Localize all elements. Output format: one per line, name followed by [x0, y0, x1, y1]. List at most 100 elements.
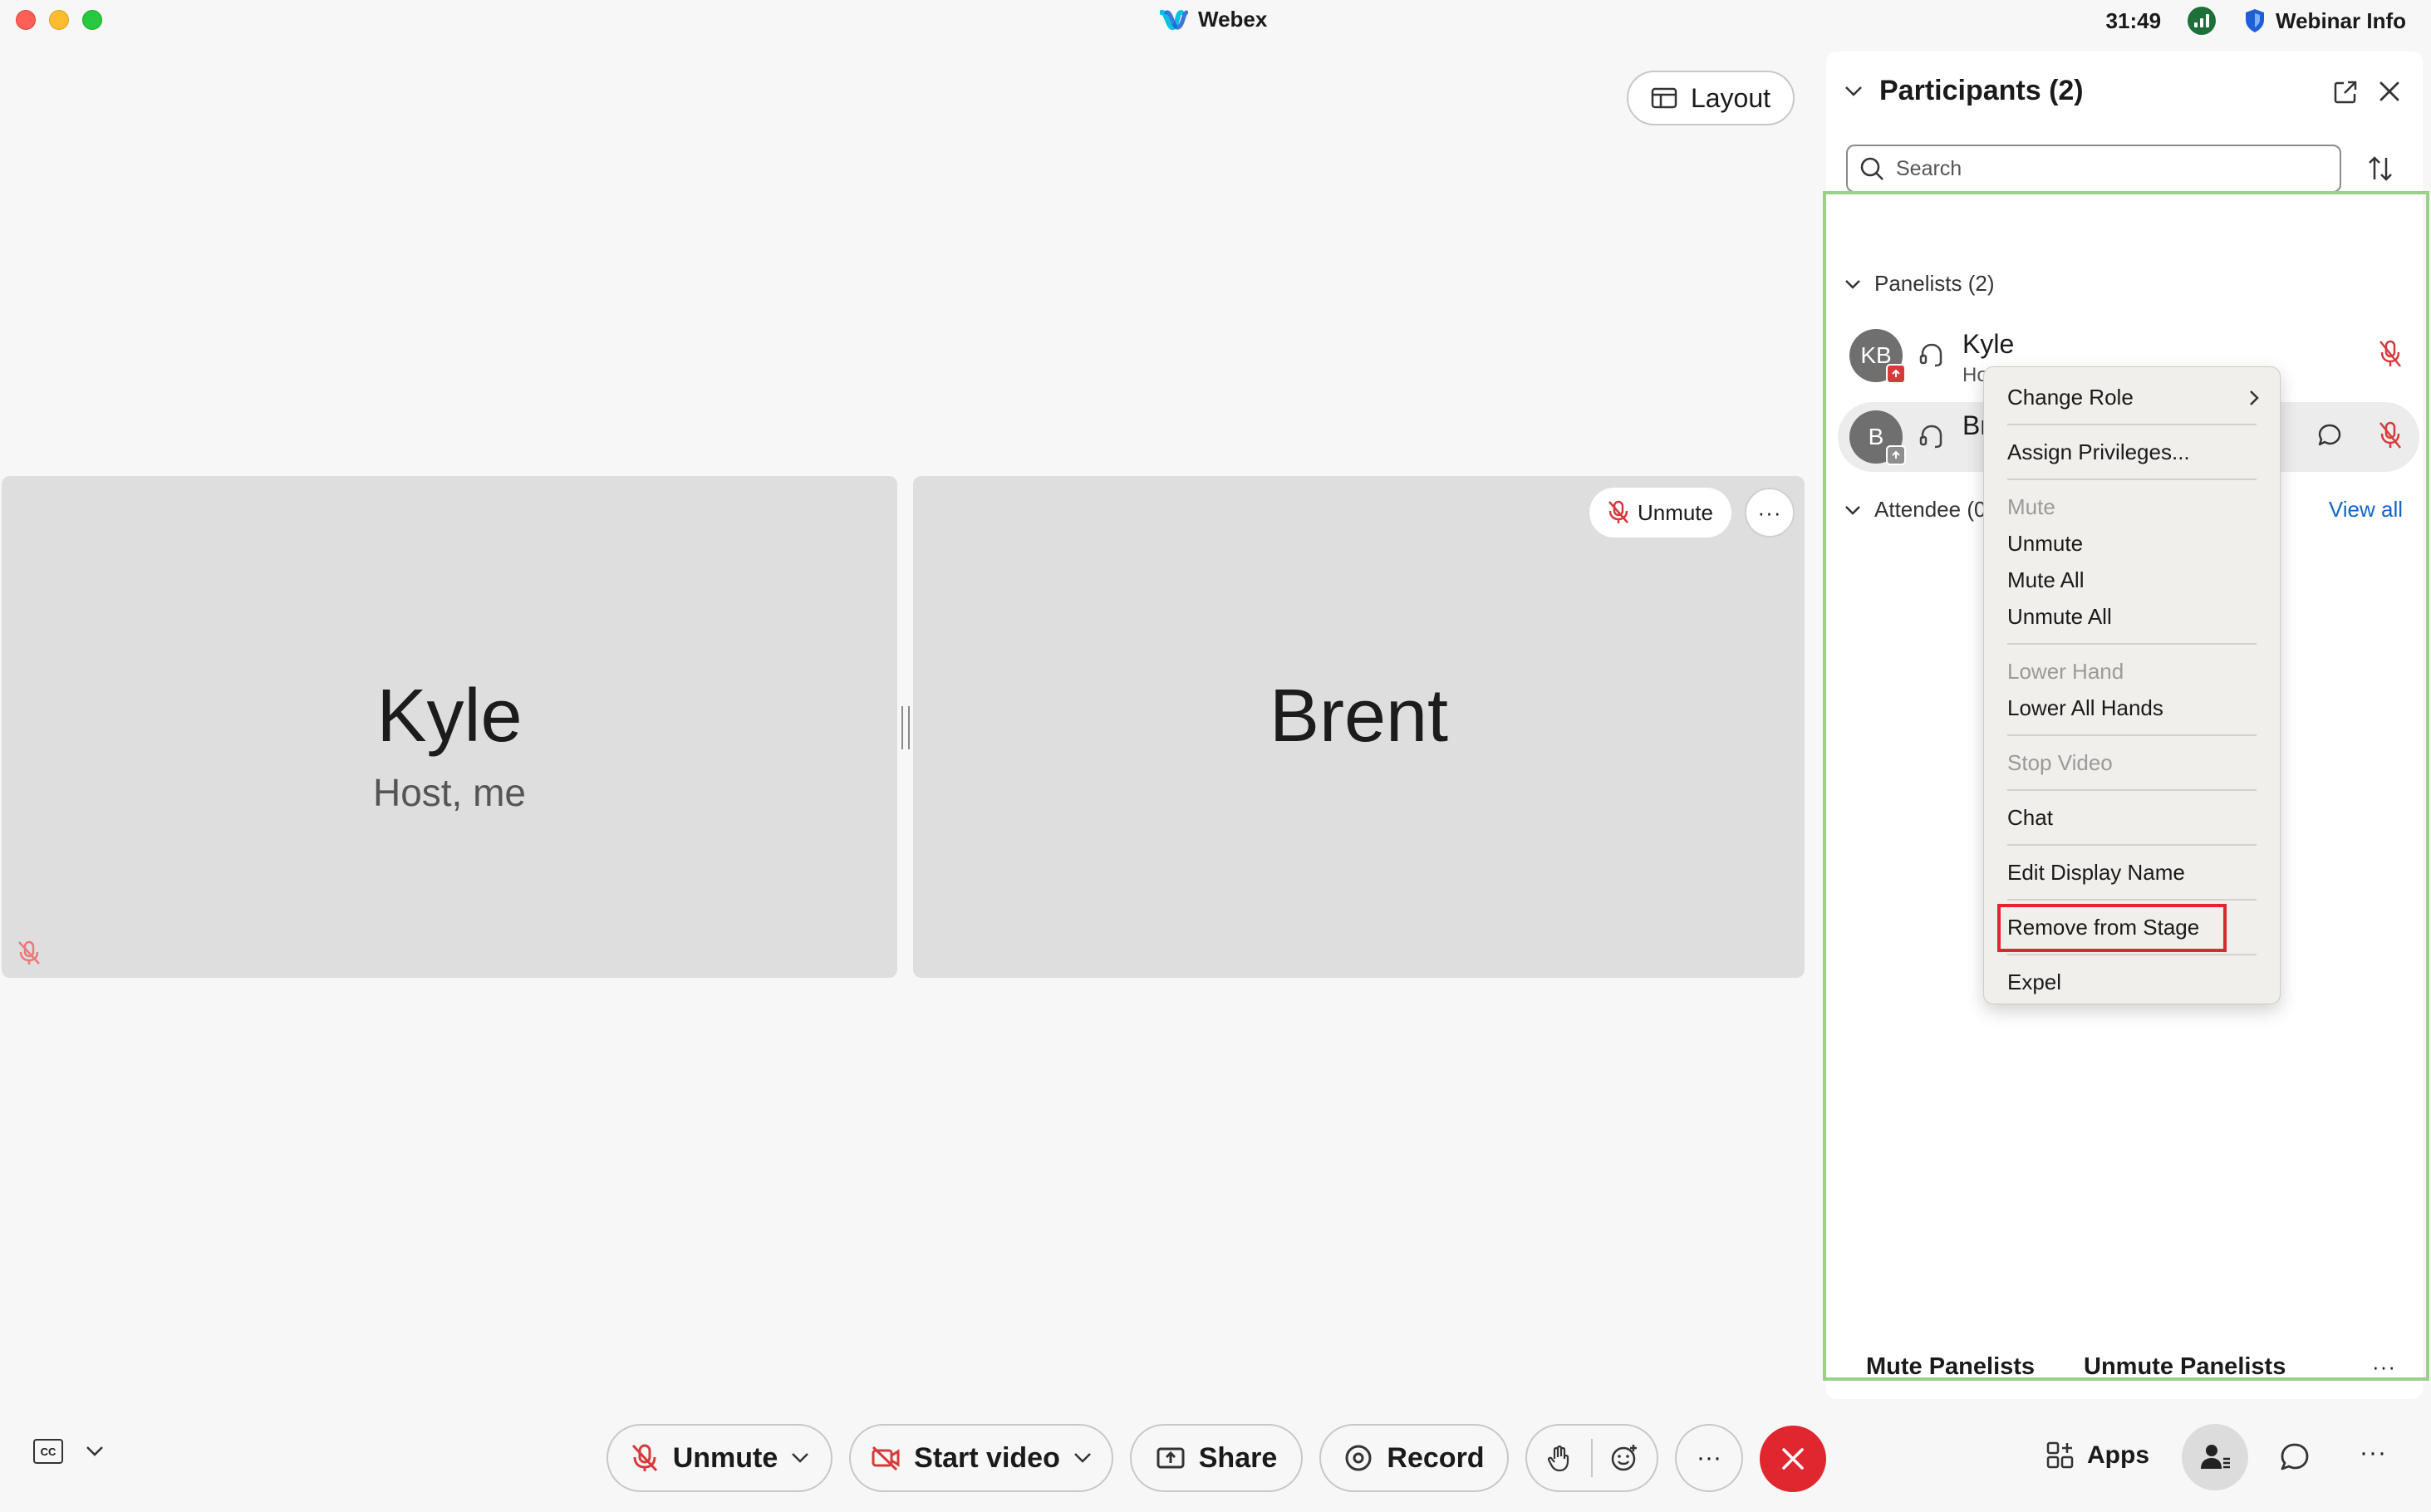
chat-icon[interactable]: [2278, 1441, 2311, 1474]
attendee-header-label: Attendee (0): [1874, 497, 1994, 522]
closed-captions-icon: CC: [33, 1439, 63, 1464]
headset-icon: [1919, 343, 1942, 367]
app-title-text: Webex: [1198, 7, 1268, 32]
more-menu-button[interactable]: ···: [2360, 1439, 2387, 1467]
menu-item-remove-from-stage[interactable]: Remove from Stage: [1984, 904, 2280, 952]
participants-icon: [2201, 1445, 2230, 1469]
host-badge-icon: [1886, 364, 1906, 384]
participants-footer: Mute Panelists Unmute Panelists ···: [1826, 1338, 2423, 1396]
menu-item-unmute[interactable]: Unmute: [1984, 525, 2280, 562]
menu-item-mute-all[interactable]: Mute All: [1984, 562, 2280, 598]
layout-button[interactable]: Layout: [1627, 71, 1795, 125]
webex-logo-icon: [1160, 9, 1188, 30]
avatar-initials: B: [1868, 424, 1884, 449]
share-label: Share: [1198, 1441, 1278, 1474]
zoom-window-button[interactable]: [82, 10, 102, 30]
menu-item-label: Lower Hand: [2007, 658, 2124, 684]
panelists-section-header[interactable]: Panelists (2): [1844, 271, 1995, 297]
tile-more-button[interactable]: ···: [1745, 488, 1795, 538]
chevron-down-icon[interactable]: [791, 1452, 809, 1464]
menu-item-label: Expel: [2007, 969, 2062, 994]
close-icon[interactable]: [2378, 80, 2401, 103]
reactions-group: [1525, 1424, 1658, 1492]
participants-header[interactable]: Participants (2): [1844, 75, 2084, 107]
unmute-label: Unmute: [672, 1441, 778, 1474]
menu-item-chat[interactable]: Chat: [1984, 799, 2280, 836]
popout-icon[interactable]: [2333, 80, 2358, 105]
record-button[interactable]: Record: [1319, 1424, 1509, 1492]
attendee-section-header[interactable]: Attendee (0): [1844, 497, 1993, 523]
menu-item-expel[interactable]: Expel: [1984, 964, 2280, 1000]
unmute-panelists-button[interactable]: Unmute Panelists: [2084, 1353, 2286, 1381]
menu-item-label: Assign Privileges...: [2007, 439, 2190, 464]
tile-resize-handle[interactable]: [901, 706, 910, 749]
menu-separator: [2007, 424, 2257, 425]
shield-icon: [2246, 9, 2265, 32]
share-button[interactable]: Share: [1130, 1424, 1303, 1492]
raise-hand-button[interactable]: [1527, 1426, 1591, 1490]
menu-separator: [2007, 479, 2257, 480]
tile-name: Kyle: [376, 675, 523, 758]
connection-signal-icon[interactable]: [2188, 7, 2217, 35]
record-label: Record: [1387, 1441, 1485, 1474]
menu-item-label: Unmute All: [2007, 603, 2112, 629]
muted-mic-icon[interactable]: [2378, 420, 2403, 450]
participant-context-menu: Change Role Assign Privileges... Mute Un…: [1983, 366, 2281, 1004]
leave-meeting-button[interactable]: [1760, 1426, 1826, 1492]
smiley-icon: [1612, 1445, 1638, 1471]
unmute-button[interactable]: Unmute: [607, 1424, 832, 1492]
app-title: Webex: [1160, 7, 1267, 32]
menu-item-label: Chat: [2007, 804, 2053, 830]
menu-item-mute: Mute: [1984, 488, 2280, 525]
closed-captions-button[interactable]: CC: [33, 1439, 105, 1464]
view-all-link[interactable]: View all: [2329, 497, 2403, 523]
tile-subtitle: Host, me: [372, 771, 527, 814]
video-tile-kyle[interactable]: Kyle Host, me: [2, 476, 897, 978]
search-input[interactable]: [1896, 156, 2328, 181]
video-tile-brent[interactable]: Unmute ··· Brent: [913, 476, 1805, 978]
menu-item-lower-all-hands[interactable]: Lower All Hands: [1984, 690, 2280, 726]
tile-unmute-button[interactable]: Unmute: [1589, 488, 1731, 538]
menu-item-label: Edit Display Name: [2007, 859, 2185, 885]
reactions-button[interactable]: [1593, 1426, 1657, 1490]
menu-item-label: Lower All Hands: [2007, 695, 2163, 720]
title-bar: Webex 31:49 Webinar Info: [0, 0, 2431, 43]
chevron-right-icon: [2250, 390, 2259, 405]
more-options-button[interactable]: ···: [1675, 1424, 1743, 1492]
webinar-info-button[interactable]: Webinar Info: [2276, 8, 2406, 34]
menu-item-lower-hand: Lower Hand: [1984, 653, 2280, 690]
chevron-down-icon[interactable]: [1073, 1452, 1092, 1464]
menu-item-label: Mute All: [2007, 567, 2085, 592]
menu-separator: [2007, 643, 2257, 645]
sort-icon[interactable]: [2366, 155, 2394, 183]
menu-item-label: Unmute: [2007, 530, 2084, 556]
footer-more-button[interactable]: ···: [2372, 1354, 2396, 1380]
participant-search-field[interactable]: [1846, 145, 2341, 193]
muted-mic-icon: [631, 1444, 657, 1472]
close-window-button[interactable]: [16, 10, 36, 30]
apps-button[interactable]: Apps: [2045, 1441, 2149, 1470]
menu-item-unmute-all[interactable]: Unmute All: [1984, 598, 2280, 635]
participants-button[interactable]: [2182, 1424, 2248, 1490]
chevron-down-icon: [1845, 279, 1860, 289]
panelists-header-label: Panelists (2): [1874, 271, 1995, 296]
chat-icon[interactable]: [2316, 422, 2343, 449]
record-icon: [1345, 1445, 1372, 1471]
mute-panelists-button[interactable]: Mute Panelists: [1866, 1353, 2035, 1381]
muted-mic-icon[interactable]: [2378, 339, 2403, 369]
menu-item-edit-display-name[interactable]: Edit Display Name: [1984, 854, 2280, 891]
menu-separator: [2007, 844, 2257, 846]
share-screen-icon: [1157, 1447, 1185, 1469]
menu-item-stop-video: Stop Video: [1984, 744, 2280, 781]
menu-item-assign-privileges[interactable]: Assign Privileges...: [1984, 434, 2280, 470]
start-video-button[interactable]: Start video: [849, 1424, 1113, 1492]
menu-item-change-role[interactable]: Change Role: [1984, 379, 2280, 415]
chevron-down-icon[interactable]: [85, 1445, 105, 1458]
chevron-down-icon: [1845, 505, 1860, 515]
muted-mic-icon: [18, 940, 40, 965]
raise-hand-icon: [1547, 1445, 1569, 1472]
chevron-down-icon[interactable]: [1844, 86, 1863, 97]
minimize-window-button[interactable]: [49, 10, 69, 30]
tile-unmute-label: Unmute: [1637, 499, 1713, 525]
tile-name: Brent: [1269, 675, 1449, 758]
